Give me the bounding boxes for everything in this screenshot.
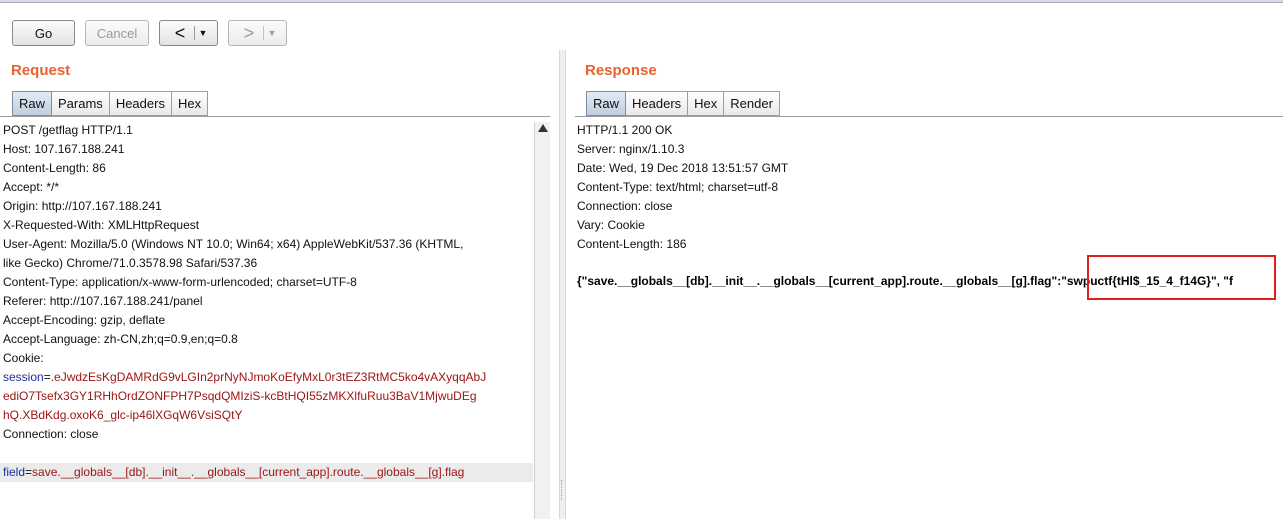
header-line: Content-Length: 186 (577, 237, 687, 251)
body-param-line: field=save.__globals__[db].__init__.__gl… (3, 465, 465, 479)
header-line: Content-Type: text/html; charset=utf-8 (577, 180, 779, 194)
connection-line: Connection: close (3, 427, 99, 441)
body-param-value: save.__globals__[db].__init__.__globals_… (32, 465, 465, 479)
body-param-name: field (3, 465, 26, 479)
header-line: Content-Type: application/x-www-form-url… (3, 275, 357, 289)
tab-rule (0, 116, 550, 117)
header-line: Date: Wed, 19 Dec 2018 13:51:57 GMT (577, 161, 789, 175)
header-value: */* (46, 180, 60, 194)
header-name: Content-Length (3, 161, 86, 175)
header-value: zh-CN,zh;q=0.9,en;q=0.8 (103, 332, 238, 346)
request-title: Request (11, 62, 71, 79)
scroll-up-icon[interactable] (538, 124, 548, 132)
request-editor[interactable]: POST /getflag HTTP/1.1 Host: 107.167.188… (0, 121, 534, 519)
response-tabs: Raw Headers Hex Render (586, 91, 780, 116)
header-name: Accept-Encoding (3, 313, 94, 327)
header-name: Origin (3, 199, 36, 213)
header-line: X-Requested-With: XMLHttpRequest (3, 218, 200, 232)
split-pane-divider[interactable] (559, 50, 566, 519)
header-line: Origin: http://107.167.188.241 (3, 199, 162, 213)
header-value: http://107.167.188.241 (41, 199, 162, 213)
request-tab-hex[interactable]: Hex (171, 91, 209, 116)
header-line: Accept-Encoding: gzip, deflate (3, 313, 166, 327)
header-name: Accept (3, 180, 40, 194)
request-tab-params[interactable]: Params (52, 91, 110, 116)
flag-highlight-box (1087, 255, 1276, 300)
header-value: 86 (92, 161, 106, 175)
toolbar: Go Cancel < ▼ > ▼ (12, 20, 287, 46)
header-line: Accept: */* (3, 180, 60, 194)
grip-icon (561, 480, 565, 500)
forward-button[interactable]: > ▼ (228, 20, 287, 46)
tab-rule (575, 116, 1283, 117)
cookie-value: ediO7Tsefx3GY1RHhOrdZONFPH7PsqdQMIziS-kc… (3, 389, 477, 403)
header-line: Server: nginx/1.10.3 (577, 142, 685, 156)
chevron-down-icon[interactable]: ▼ (195, 28, 211, 38)
header-value: XMLHttpRequest (107, 218, 200, 232)
header-value: application/x-www-form-urlencoded; chars… (81, 275, 357, 289)
request-tabs: Raw Params Headers Hex (12, 91, 209, 116)
header-line: Referer: http://107.167.188.241/panel (3, 294, 203, 308)
header-line: Accept-Language: zh-CN,zh;q=0.9,en;q=0.8 (3, 332, 238, 346)
response-tab-headers[interactable]: Headers (626, 91, 689, 116)
request-tab-raw[interactable]: Raw (12, 91, 53, 116)
header-line: like Gecko) Chrome/71.0.3578.98 Safari/5… (3, 254, 257, 273)
response-tab-hex[interactable]: Hex (688, 91, 725, 116)
cookie-line: hQ.XBdKdg.oxoK6_glc-ip46lXGqW6VsiSQtY (3, 406, 242, 425)
chevron-left-icon: < (174, 23, 186, 43)
header-line: Cookie: (3, 351, 44, 365)
request-tab-headers[interactable]: Headers (109, 91, 172, 116)
chevron-down-icon[interactable]: ▼ (264, 28, 280, 38)
request-line: POST /getflag HTTP/1.1 (3, 123, 133, 137)
header-value: Mozilla/5.0 (Windows NT 10.0; Win64; x64… (70, 237, 464, 251)
status-line: HTTP/1.1 200 OK (577, 123, 673, 137)
header-line: Content-Length: 86 (3, 161, 106, 175)
cookie-value: .eJwdzEsKgDAMRdG9vLGIn2prNyNJmoKoEfyMxL0… (50, 370, 487, 384)
response-tab-raw[interactable]: Raw (586, 91, 627, 116)
header-line: Connection: close (577, 199, 673, 213)
cookie-line: session=.eJwdzEsKgDAMRdG9vLGIn2prNyNJmoK… (3, 370, 487, 384)
header-value: 107.167.188.241 (34, 142, 125, 156)
header-name: Host (3, 142, 28, 156)
header-line: Host: 107.167.188.241 (3, 142, 125, 156)
response-tab-render[interactable]: Render (724, 91, 780, 116)
window-top-border (0, 0, 1283, 3)
header-value: like Gecko) Chrome/71.0.3578.98 Safari/5… (3, 256, 258, 270)
cancel-button[interactable]: Cancel (85, 20, 149, 46)
header-line: User-Agent: Mozilla/5.0 (Windows NT 10.0… (3, 237, 464, 251)
cookie-line: ediO7Tsefx3GY1RHhOrdZONFPH7PsqdQMIziS-kc… (3, 387, 477, 406)
response-headers: HTTP/1.1 200 OK Server: nginx/1.10.3 Date:… (577, 121, 1277, 261)
header-value: gzip, deflate (100, 313, 166, 327)
header-value: http://107.167.188.241/panel (49, 294, 203, 308)
cookie-value: hQ.XBdKdg.oxoK6_glc-ip46lXGqW6VsiSQtY (3, 408, 243, 422)
request-scrollbar[interactable] (534, 122, 550, 519)
cookie-name: session (3, 370, 44, 384)
response-title: Response (585, 62, 657, 79)
header-name: Accept-Language (3, 332, 98, 346)
header-name: User-Agent (3, 237, 64, 251)
header-name: Referer (3, 294, 44, 308)
go-button[interactable]: Go (12, 20, 75, 46)
back-button[interactable]: < ▼ (159, 20, 218, 46)
header-name: Cookie (3, 351, 41, 365)
chevron-right-icon: > (243, 23, 255, 43)
header-name: X-Requested-With (3, 218, 102, 232)
header-name: Content-Type (3, 275, 76, 289)
header-line: Vary: Cookie (577, 218, 645, 232)
